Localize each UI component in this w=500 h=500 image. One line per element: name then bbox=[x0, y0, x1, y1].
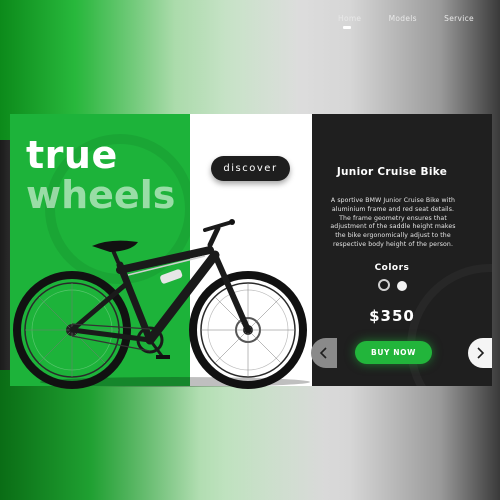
chevron-right-icon bbox=[477, 347, 485, 359]
top-nav: Home Models Service bbox=[338, 14, 474, 29]
color-swatch-white[interactable] bbox=[397, 281, 407, 291]
nav-item-models[interactable]: Models bbox=[389, 14, 417, 23]
nav-item-home[interactable]: Home bbox=[338, 14, 361, 29]
rear-shock bbox=[160, 269, 183, 284]
buy-now-button[interactable]: BUY NOW bbox=[355, 341, 432, 364]
product-price: $350 bbox=[369, 307, 415, 325]
colors-label: Colors bbox=[374, 263, 410, 273]
handlebar-grip bbox=[229, 219, 235, 225]
product-title: Junior Cruise Bike bbox=[336, 166, 448, 178]
bike-image bbox=[13, 219, 310, 389]
pedal bbox=[156, 355, 170, 359]
previous-button[interactable] bbox=[311, 338, 337, 368]
bike-seat bbox=[92, 240, 138, 252]
color-swatch-black[interactable] bbox=[378, 279, 390, 291]
nav-item-service[interactable]: Service bbox=[444, 14, 474, 23]
chevron-left-icon bbox=[319, 347, 327, 359]
next-button[interactable] bbox=[468, 338, 492, 368]
product-description: A sportive BMW Junior Cruise Bike with a… bbox=[330, 197, 456, 248]
